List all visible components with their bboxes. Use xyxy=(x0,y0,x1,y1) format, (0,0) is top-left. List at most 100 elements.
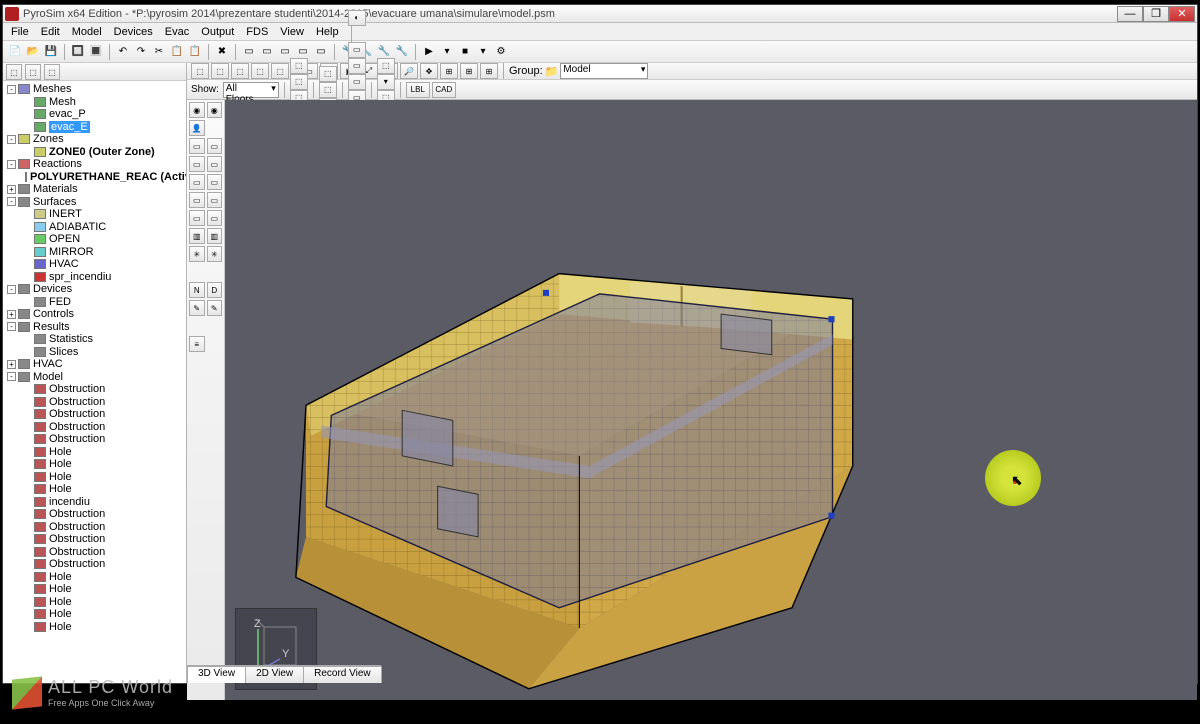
nav-tool-icon[interactable]: ⬚ xyxy=(6,64,22,80)
draw-tool-icon[interactable]: ▭ xyxy=(207,174,223,190)
tool-icon[interactable]: ⬚ xyxy=(319,82,337,98)
tree-node[interactable]: Obstruction xyxy=(3,396,186,409)
tree-node[interactable]: OPEN xyxy=(3,233,186,246)
tree-node[interactable]: Hole xyxy=(3,583,186,596)
tree-node[interactable]: +Controls xyxy=(3,308,186,321)
menu-file[interactable]: File xyxy=(5,26,35,38)
tool-icon[interactable]: ⬚ xyxy=(290,58,308,74)
tree-node[interactable]: Obstruction xyxy=(3,533,186,546)
draw-tool-icon[interactable]: ◉ xyxy=(207,102,223,118)
expand-icon[interactable]: - xyxy=(7,372,16,381)
floors-dropdown[interactable]: All Floors xyxy=(223,82,279,98)
tree-node[interactable]: -Results xyxy=(3,321,186,334)
tree-node[interactable]: +Materials xyxy=(3,183,186,196)
draw-tool-icon[interactable]: ▭ xyxy=(189,156,205,172)
tool-icon[interactable]: ⊞ xyxy=(460,63,478,79)
tool-icon[interactable]: ⬚ xyxy=(271,63,289,79)
tree-node[interactable]: MIRROR xyxy=(3,246,186,259)
group-dropdown[interactable]: Model xyxy=(560,63,648,79)
nav-tool-icon[interactable]: ⬚ xyxy=(25,64,41,80)
toolbar-icon[interactable]: ▾ xyxy=(439,44,455,60)
draw-tool-icon[interactable]: ▭ xyxy=(207,192,223,208)
tree-node[interactable]: Obstruction xyxy=(3,521,186,534)
expand-icon[interactable]: - xyxy=(7,135,16,144)
tool-icon[interactable]: ⬚ xyxy=(290,74,308,90)
tree-node[interactable]: Obstruction xyxy=(3,558,186,571)
tree-node[interactable]: Hole xyxy=(3,596,186,609)
tool-icon[interactable]: ⊞ xyxy=(480,63,498,79)
draw-tool-icon[interactable]: ▭ xyxy=(207,210,223,226)
tree-node[interactable]: spr_incendiu xyxy=(3,271,186,284)
tool-icon[interactable]: ⊞ xyxy=(440,63,458,79)
draw-tool-icon[interactable]: ▭ xyxy=(189,138,205,154)
draw-tool-icon[interactable]: ✳ xyxy=(207,246,223,262)
tree-node[interactable]: evac_P xyxy=(3,108,186,121)
toolbar-icon[interactable]: ✂ xyxy=(151,44,167,60)
tool-icon[interactable]: ▭ xyxy=(348,74,366,90)
toolbar-icon[interactable]: 📂 xyxy=(25,44,41,60)
toolbar-icon[interactable]: 🔲 xyxy=(70,44,86,60)
toolbar-icon[interactable]: ▾ xyxy=(475,44,491,60)
tool-icon[interactable]: ⬚ xyxy=(251,63,269,79)
menu-output[interactable]: Output xyxy=(195,26,240,38)
tool-icon[interactable]: ⬚ xyxy=(191,63,209,79)
toolbar-icon[interactable]: ⚙ xyxy=(493,44,509,60)
tree-node[interactable]: -Devices xyxy=(3,283,186,296)
tree-node[interactable]: Mesh xyxy=(3,96,186,109)
toolbar-icon[interactable]: ↶ xyxy=(115,44,131,60)
cad-toggle[interactable]: CAD xyxy=(432,82,456,98)
draw-tool-icon[interactable]: ▭ xyxy=(207,156,223,172)
tree-node[interactable]: POLYURETHANE_REAC (Active) xyxy=(3,171,186,184)
tree-node[interactable]: INERT xyxy=(3,208,186,221)
tool-icon[interactable]: ▭ xyxy=(348,42,366,58)
draw-tool-icon[interactable]: ▭ xyxy=(189,210,205,226)
tree-node[interactable]: ADIABATIC xyxy=(3,221,186,234)
draw-tool-icon[interactable]: ✳ xyxy=(189,246,205,262)
tree-node[interactable]: Obstruction xyxy=(3,433,186,446)
tree-node[interactable]: evac_E xyxy=(3,121,186,134)
tree-node[interactable]: Hole xyxy=(3,446,186,459)
tree-node[interactable]: Obstruction xyxy=(3,421,186,434)
draw-tool-icon[interactable]: ▭ xyxy=(189,192,205,208)
tool-icon[interactable]: ◐ xyxy=(348,10,366,26)
tree-node[interactable]: Hole xyxy=(3,571,186,584)
expand-icon[interactable]: + xyxy=(7,185,16,194)
tree-node[interactable]: incendiu xyxy=(3,496,186,509)
tree-node[interactable]: Obstruction xyxy=(3,546,186,559)
tool-icon[interactable]: ⬚ xyxy=(377,58,395,74)
viewport-3d[interactable]: Z Y X xyxy=(225,100,1197,700)
draw-tool-icon[interactable]: ▭ xyxy=(207,138,223,154)
tree-node[interactable]: Statistics xyxy=(3,333,186,346)
toolbar-icon[interactable]: ■ xyxy=(457,44,473,60)
draw-tool-icon[interactable]: ✎ xyxy=(189,300,205,316)
menu-edit[interactable]: Edit xyxy=(35,26,66,38)
draw-tool-icon[interactable]: D xyxy=(207,282,223,298)
tool-icon[interactable]: ⬚ xyxy=(319,66,337,82)
expand-icon[interactable]: - xyxy=(7,197,16,206)
tree-node[interactable]: Hole xyxy=(3,608,186,621)
tree-node[interactable]: Hole xyxy=(3,621,186,634)
toolbar-icon[interactable]: 🔳 xyxy=(88,44,104,60)
expand-icon[interactable]: - xyxy=(7,85,16,94)
draw-tool-icon[interactable]: ▥ xyxy=(207,228,223,244)
tree-node[interactable]: Hole xyxy=(3,483,186,496)
toolbar-icon[interactable]: 📄 xyxy=(7,44,23,60)
menu-fds[interactable]: FDS xyxy=(240,26,274,38)
tree-node[interactable]: -Zones xyxy=(3,133,186,146)
tree-node[interactable]: Hole xyxy=(3,471,186,484)
tree-node[interactable]: -Reactions xyxy=(3,158,186,171)
close-button[interactable]: ✕ xyxy=(1169,6,1195,22)
expand-icon[interactable]: + xyxy=(7,310,16,319)
toolbar-icon[interactable]: ▭ xyxy=(259,44,275,60)
toolbar-icon[interactable]: ▶ xyxy=(421,44,437,60)
tab-3d-view[interactable]: 3D View xyxy=(187,666,246,683)
menu-view[interactable]: View xyxy=(274,26,310,38)
tree-node[interactable]: FED xyxy=(3,296,186,309)
tree-node[interactable]: -Surfaces xyxy=(3,196,186,209)
draw-tool-icon[interactable]: ▥ xyxy=(189,228,205,244)
draw-tool-icon[interactable]: N xyxy=(189,282,205,298)
tool-icon[interactable]: ✥ xyxy=(420,63,438,79)
menu-devices[interactable]: Devices xyxy=(108,26,159,38)
lbl-toggle[interactable]: LBL xyxy=(406,82,430,98)
tool-icon[interactable]: 🔎 xyxy=(400,63,418,79)
